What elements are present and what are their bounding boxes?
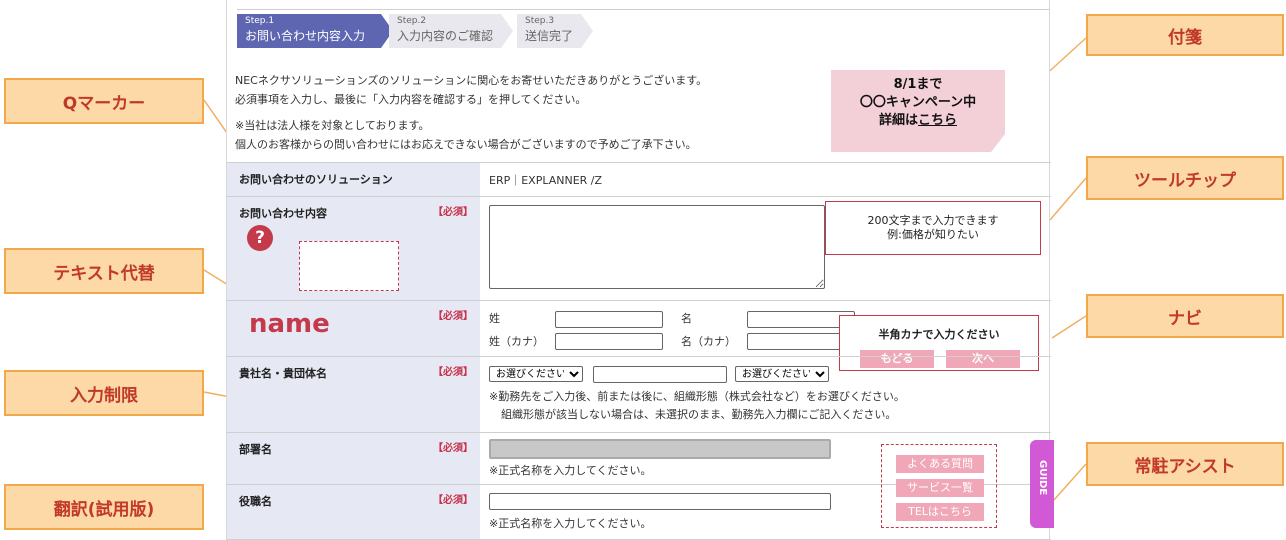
tooltip-line-1: 200文字まで入力できます <box>867 214 999 227</box>
callout-tooltip: ツールチップ <box>1086 156 1284 200</box>
callout-assist: 常駐アシスト <box>1086 442 1284 486</box>
solution-label: お問い合わせのソリューション <box>227 163 480 196</box>
sticky-line-3: 詳細はこちら <box>831 112 1005 130</box>
step-title: お問い合わせ内容入力 <box>245 29 366 43</box>
required-badge: 【必須】 <box>433 367 473 378</box>
required-badge: 【必須】 <box>433 207 473 218</box>
resident-assist-panel: よくある質問 サービス一覧 TELはこちら <box>881 444 997 528</box>
step-title: 送信完了 <box>525 29 574 43</box>
guide-tab[interactable]: GUIDE <box>1030 440 1054 528</box>
step-number: Step.2 <box>397 16 427 26</box>
job-title-input[interactable] <box>489 493 831 510</box>
sticky-note: 8/1まで 〇〇キャンペーン中 詳細はこちら <box>831 70 1005 152</box>
guide-tab-label: GUIDE <box>1037 460 1048 496</box>
dept-note: ※正式名称を入力してください。 <box>489 464 652 477</box>
mei-kana-input[interactable] <box>747 333 847 350</box>
callout-translate: 翻訳(試用版) <box>4 484 204 530</box>
company-label-text: 貴社名・貴団体名 <box>239 367 327 380</box>
mei-label: 名 <box>681 312 692 325</box>
inquiry-label: お問い合わせ内容 【必須】 ? <box>227 197 480 300</box>
name-label-text: name <box>249 309 330 339</box>
solution-value: ERP｜EXPLANNER /Z <box>489 174 603 187</box>
company-label: 貴社名・貴団体名 【必須】 <box>227 357 480 432</box>
sticky-line-1: 8/1まで <box>893 77 943 92</box>
step-number: Step.3 <box>525 16 555 26</box>
row-inquiry: お問い合わせ内容 【必須】 ? 200文字まで入力できます 例:価格が知りたい <box>227 196 1051 300</box>
services-button[interactable]: サービス一覧 <box>896 479 984 497</box>
job-title-label-text: 役職名 <box>239 495 272 508</box>
inquiry-label-text: お問い合わせ内容 <box>239 207 327 220</box>
tooltip-line-2: 例:価格が知りたい <box>887 228 979 241</box>
step-2: Step.2 入力内容のご確認 <box>389 14 513 48</box>
name-label: name 【必須】 <box>227 301 480 356</box>
navi-text: 半角カナで入力ください <box>878 328 1000 341</box>
company-name-input[interactable] <box>593 366 727 383</box>
row-name: name 【必須】 姓 名 姓（カナ） 名（カナ） 半角カナで入力ください もど… <box>227 300 1051 371</box>
sei-kana-label: 姓（カナ） <box>489 335 544 348</box>
inquiry-textarea[interactable] <box>489 205 825 289</box>
intro-line-3: ※当社は法人様を対象としております。 <box>235 119 430 132</box>
sei-kana-input[interactable] <box>555 333 663 350</box>
step-3: Step.3 送信完了 <box>517 14 593 48</box>
tel-button[interactable]: TELはこちら <box>896 503 984 521</box>
sei-input[interactable] <box>555 311 663 328</box>
row-solution: お問い合わせのソリューション ERP｜EXPLANNER /Z <box>227 162 1051 196</box>
sticky-link[interactable]: こちら <box>918 113 957 128</box>
faq-button[interactable]: よくある質問 <box>896 455 984 473</box>
dept-input-disabled[interactable] <box>489 439 831 459</box>
sticky-prefix: 詳細は <box>878 113 918 128</box>
required-badge: 【必須】 <box>433 311 473 322</box>
row-company: 貴社名・貴団体名 【必須】 お選びください お選びください ※勤務先をご入力後、… <box>227 356 1051 432</box>
callout-qmarker: Qマーカー <box>4 78 204 124</box>
dept-label: 部署名 【必須】 <box>227 433 480 484</box>
job-title-note: ※正式名称を入力してください。 <box>489 517 652 530</box>
company-note-1: ※勤務先をご入力後、前または後に、組織形態（株式会社など）をお選びください。 <box>489 390 905 403</box>
required-badge: 【必須】 <box>433 495 473 506</box>
step-title: 入力内容のご確認 <box>397 29 494 43</box>
mei-kana-label: 名（カナ） <box>681 335 736 348</box>
sei-label: 姓 <box>489 312 500 325</box>
q-marker-popup <box>299 241 399 291</box>
callout-navi: ナビ <box>1086 294 1284 338</box>
company-prefix-select[interactable]: お選びください <box>489 366 583 382</box>
solution-label-text: お問い合わせのソリューション <box>239 173 393 186</box>
company-note-2: 組織形態が該当しない場合は、未選択のまま、勤務先入力欄にご記入ください。 <box>501 408 897 421</box>
intro-line-2: 必須事項を入力し、最後に「入力内容を確認する」を押してください。 <box>235 93 587 106</box>
company-suffix-select[interactable]: お選びください <box>735 366 829 382</box>
callout-sticky: 付箋 <box>1086 14 1284 56</box>
top-divider <box>237 9 1049 10</box>
callout-text-alt: テキスト代替 <box>4 248 204 294</box>
q-marker-icon[interactable]: ? <box>247 225 273 251</box>
inquiry-form-frame: Step.1 お問い合わせ内容入力 Step.2 入力内容のご確認 Step.3… <box>226 0 1054 540</box>
tooltip: 200文字まで入力できます 例:価格が知りたい <box>825 201 1041 255</box>
callout-input-limit: 入力制限 <box>4 370 204 416</box>
dept-label-text: 部署名 <box>239 443 272 456</box>
required-badge: 【必須】 <box>433 443 473 454</box>
sticky-line-2: 〇〇キャンペーン中 <box>859 95 977 110</box>
intro-line-1: NECネクサソリューションズのソリューションに関心をお寄せいただきありがとうござ… <box>235 74 708 87</box>
intro-line-4: 個人のお客様からの問い合わせにはお応えできない場合がございますので予めご了承下さ… <box>235 138 697 151</box>
job-title-label: 役職名 【必須】 <box>227 485 480 539</box>
step-number: Step.1 <box>245 16 275 26</box>
step-1: Step.1 お問い合わせ内容入力 <box>237 14 393 48</box>
